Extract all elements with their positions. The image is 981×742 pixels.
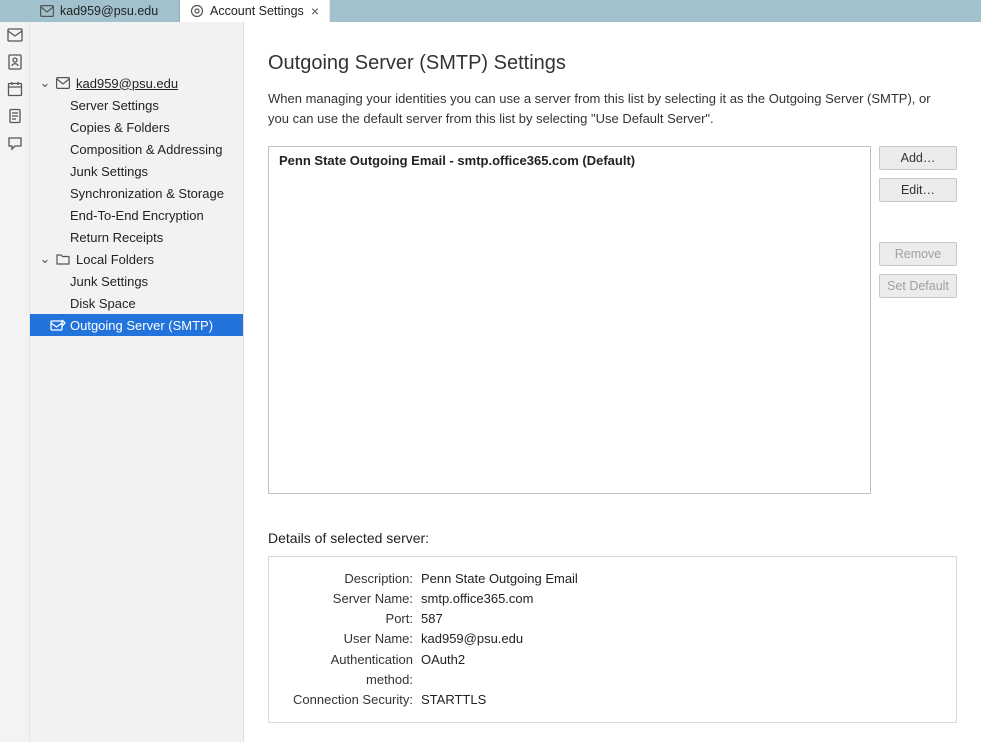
tab-bar: kad959@psu.edu Account Settings ×: [0, 0, 981, 22]
detail-port-label: Port:: [283, 609, 413, 629]
left-toolbar: [0, 22, 30, 742]
detail-auth-value: OAuth2: [421, 650, 465, 690]
tab-settings-label: Account Settings: [210, 4, 304, 18]
settings-icon: [190, 4, 204, 18]
detail-auth-label: Authentication method:: [283, 650, 413, 690]
detail-security-label: Connection Security:: [283, 690, 413, 710]
detail-security-value: STARTTLS: [421, 690, 486, 710]
smtp-button-column: Add… Edit… Remove Set Default: [879, 146, 957, 298]
smtp-server-list[interactable]: Penn State Outgoing Email - smtp.office3…: [268, 146, 871, 494]
tree-item-e2e-encryption[interactable]: End-To-End Encryption: [30, 204, 243, 226]
tree-local-label: Local Folders: [76, 252, 154, 267]
mail-account-icon: [56, 77, 72, 89]
detail-servername-value: smtp.office365.com: [421, 589, 533, 609]
detail-port-value: 587: [421, 609, 443, 629]
mail-toolbar-icon[interactable]: [6, 26, 24, 44]
tree-item-server-settings[interactable]: Server Settings: [30, 94, 243, 116]
close-icon[interactable]: ×: [311, 4, 319, 18]
tree-item-local-junk[interactable]: Junk Settings: [30, 270, 243, 292]
tree-item-return-receipts[interactable]: Return Receipts: [30, 226, 243, 248]
remove-button[interactable]: Remove: [879, 242, 957, 266]
tab-mail-label: kad959@psu.edu: [60, 4, 158, 18]
page-heading: Outgoing Server (SMTP) Settings: [268, 52, 957, 75]
tree-local-folders[interactable]: ⌄ Local Folders: [30, 248, 243, 270]
tree-item-junk[interactable]: Junk Settings: [30, 160, 243, 182]
addressbook-toolbar-icon[interactable]: [6, 53, 24, 71]
chevron-down-icon: ⌄: [38, 75, 52, 91]
detail-description-value: Penn State Outgoing Email: [421, 569, 578, 589]
details-heading: Details of selected server:: [268, 530, 957, 546]
set-default-button[interactable]: Set Default: [879, 274, 957, 298]
account-tree: ⌄ kad959@psu.edu Server Settings Copies …: [30, 22, 244, 742]
page-description: When managing your identities you can us…: [268, 89, 948, 128]
server-details: Description: Penn State Outgoing Email Se…: [268, 556, 957, 723]
tree-item-copies-folders[interactable]: Copies & Folders: [30, 116, 243, 138]
tasks-toolbar-icon[interactable]: [6, 107, 24, 125]
tree-account-email[interactable]: ⌄ kad959@psu.edu: [30, 72, 243, 94]
detail-description-label: Description:: [283, 569, 413, 589]
folder-icon: [56, 253, 72, 265]
mail-icon: [40, 5, 54, 17]
content-pane: Outgoing Server (SMTP) Settings When man…: [244, 22, 981, 742]
tree-item-composition[interactable]: Composition & Addressing: [30, 138, 243, 160]
smtp-server-row[interactable]: Penn State Outgoing Email - smtp.office3…: [269, 147, 870, 174]
outgoing-icon: [50, 318, 66, 332]
tree-item-outgoing-smtp[interactable]: Outgoing Server (SMTP): [30, 314, 243, 336]
add-button[interactable]: Add…: [879, 146, 957, 170]
edit-button[interactable]: Edit…: [879, 178, 957, 202]
tree-item-sync-storage[interactable]: Synchronization & Storage: [30, 182, 243, 204]
calendar-toolbar-icon[interactable]: [6, 80, 24, 98]
chevron-down-icon: ⌄: [38, 251, 52, 267]
chat-toolbar-icon[interactable]: [6, 134, 24, 152]
detail-username-label: User Name:: [283, 629, 413, 649]
detail-username-value: kad959@psu.edu: [421, 629, 523, 649]
tree-account-label: kad959@psu.edu: [76, 76, 178, 91]
tree-item-disk-space[interactable]: Disk Space: [30, 292, 243, 314]
tree-smtp-label: Outgoing Server (SMTP): [70, 318, 213, 333]
tab-mail-account[interactable]: kad959@psu.edu: [30, 0, 180, 22]
tab-account-settings[interactable]: Account Settings ×: [180, 0, 330, 22]
detail-servername-label: Server Name:: [283, 589, 413, 609]
